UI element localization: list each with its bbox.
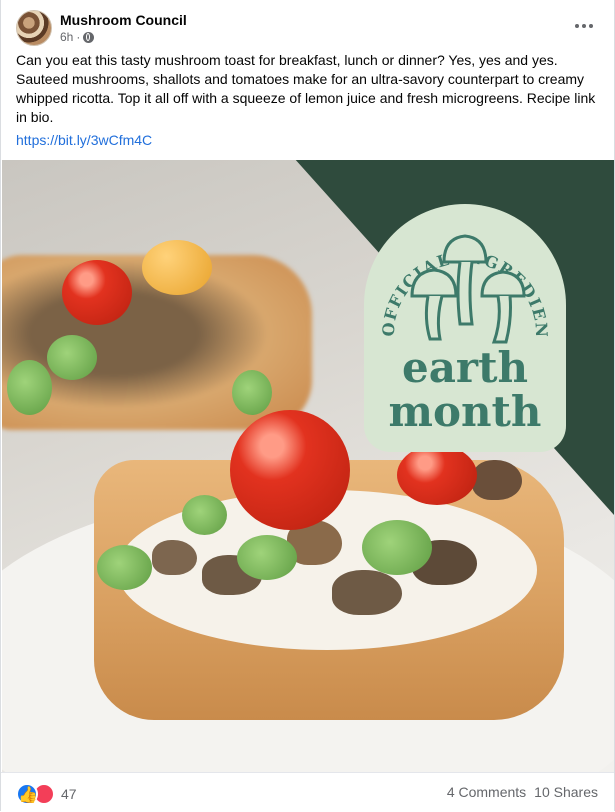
- mushroom-piece: [472, 460, 522, 500]
- globe-icon: [83, 31, 95, 43]
- more-options-button[interactable]: [570, 16, 598, 36]
- microgreen-leaf: [362, 520, 432, 575]
- shares-count[interactable]: 10 Shares: [534, 784, 598, 800]
- cherry-tomato: [62, 260, 132, 325]
- post-image[interactable]: THE OFFICIAL INGREDIENT OF earth month: [2, 160, 614, 772]
- cherry-tomato: [397, 445, 477, 505]
- mushroom-piece: [332, 570, 402, 615]
- earth-month-badge: THE OFFICIAL INGREDIENT OF earth month: [364, 204, 566, 452]
- post-link[interactable]: https://bit.ly/3wCfm4C: [16, 131, 152, 150]
- avatar[interactable]: [16, 10, 52, 46]
- microgreen-leaf: [7, 360, 52, 415]
- more-icon: [582, 24, 586, 28]
- reaction-count[interactable]: 47: [61, 786, 77, 802]
- microgreen-leaf: [232, 370, 272, 415]
- post-caption: Can you eat this tasty mushroom toast fo…: [16, 52, 596, 125]
- reactions-summary[interactable]: 47: [16, 783, 77, 805]
- page-name[interactable]: Mushroom Council: [60, 11, 187, 29]
- mushroom-piece: [152, 540, 197, 575]
- microgreen-leaf: [182, 495, 227, 535]
- microgreen-leaf: [237, 535, 297, 580]
- more-icon: [575, 24, 579, 28]
- post-meta: 6h ·: [60, 29, 187, 45]
- post-header: Mushroom Council 6h ·: [16, 10, 187, 46]
- meta-separator: ·: [76, 30, 81, 44]
- like-icon: [16, 783, 38, 805]
- engagement-counts: 4 Comments 10 Shares: [447, 784, 598, 800]
- microgreen-leaf: [97, 545, 152, 590]
- yellow-tomato: [142, 240, 212, 295]
- mushroom-illustration: [410, 234, 526, 344]
- post-time[interactable]: 6h: [60, 29, 73, 45]
- microgreen-leaf: [47, 335, 97, 380]
- comments-count[interactable]: 4 Comments: [447, 784, 526, 800]
- cherry-tomato: [230, 410, 350, 530]
- badge-word-earth: earth: [402, 343, 528, 392]
- facebook-post: Mushroom Council 6h · Can you eat this t…: [0, 0, 615, 812]
- badge-word-month: month: [388, 387, 542, 436]
- post-footer: 47 4 Comments 10 Shares: [1, 772, 614, 812]
- more-icon: [589, 24, 593, 28]
- post-header-text: Mushroom Council 6h ·: [60, 11, 187, 45]
